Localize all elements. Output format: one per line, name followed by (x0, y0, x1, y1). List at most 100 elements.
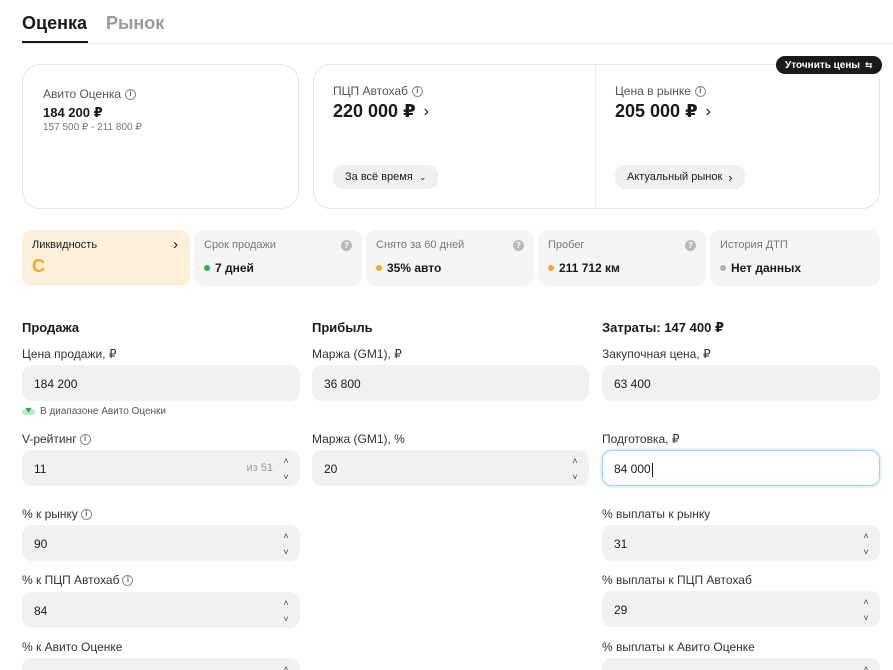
chevron-up-icon[interactable]: ˄ (863, 597, 868, 607)
avito-valuation-label: Авито Оценка (43, 87, 122, 101)
market-price-value-link[interactable]: 205 000 ₽ › (615, 101, 711, 122)
help-icon[interactable]: ? (685, 240, 696, 251)
chevron-down-icon[interactable]: ˅ (283, 614, 288, 624)
help-icon[interactable]: ? (341, 240, 352, 251)
metric-label: Срок продажи (204, 239, 277, 251)
margin-rub-label-text: Маржа (GM1), ₽ (312, 347, 402, 361)
chevron-up-icon[interactable]: ˄ (863, 664, 868, 670)
help-icon[interactable]: ? (513, 240, 524, 251)
vrating-suffix: из 51 (246, 462, 273, 474)
pcp-value-link[interactable]: 220 000 ₽ › (333, 101, 429, 122)
info-icon[interactable]: i (694, 85, 706, 97)
payout-market-label: % выплаты к рынку (602, 507, 710, 521)
chevron-up-icon[interactable]: ˄ (283, 598, 288, 608)
vrating-stepper[interactable]: 11 из 51 ˄ ˅ (22, 450, 300, 486)
status-dot-icon (376, 265, 382, 271)
info-icon[interactable]: i (411, 85, 423, 97)
info-icon[interactable]: i (79, 433, 91, 445)
market-pct-value: 90 (34, 537, 48, 551)
metric-label: История ДТП (720, 239, 788, 251)
info-icon[interactable]: i (80, 508, 92, 520)
avito-pct-stepper[interactable]: ˄ (22, 658, 300, 670)
metric-value: 7 дней (215, 261, 254, 275)
chevron-down-icon[interactable]: ˅ (283, 472, 288, 482)
vrating-label: V-рейтинг i (22, 432, 91, 446)
margin-pct-value: 20 (324, 462, 338, 476)
chevron-right-icon: › (173, 236, 178, 253)
prep-cost-label-text: Подготовка, ₽ (602, 432, 680, 446)
tab-market[interactable]: Рынок (106, 13, 164, 34)
payout-market-stepper[interactable]: 31 ˄ ˅ (602, 525, 880, 561)
info-icon[interactable]: i (122, 574, 134, 586)
metric-mileage: Пробег ? 211 712 км (538, 230, 706, 286)
stepper: ˄ ˅ (860, 597, 872, 623)
range-hint-text: В диапазоне Авито Оценки (40, 406, 167, 417)
chevron-up-icon[interactable]: ˄ (863, 531, 868, 541)
pcp-pct-label: % к ПЦП Автохаб i (22, 573, 134, 587)
stepper: ˄ ˅ (280, 456, 292, 482)
costs-section-title: Затраты: 147 400 ₽ (602, 320, 724, 335)
chevron-up-icon[interactable]: ˄ (283, 456, 288, 466)
market-price-label-row: Цена в рынке i (615, 84, 706, 98)
avito-valuation-label-row: Авито Оценка i (43, 87, 137, 101)
purchase-price-label: Закупочная цена, ₽ (602, 347, 711, 361)
margin-rub-value: 36 800 (324, 377, 361, 391)
sale-price-input[interactable]: 184 200 (22, 365, 300, 401)
margin-pct-label: Маржа (GM1), % (312, 432, 405, 446)
chevron-up-icon[interactable]: ˄ (283, 531, 288, 541)
margin-pct-stepper[interactable]: 20 ˄ ˅ (312, 450, 589, 486)
current-market-label: Актуальный рынок (627, 171, 723, 183)
market-pct-stepper[interactable]: 90 ˄ ˅ (22, 525, 300, 561)
payout-pcp-label-text: % выплаты к ПЦП Автохаб (602, 573, 752, 587)
chevron-down-icon[interactable]: ˅ (863, 547, 868, 557)
metric-liquidity[interactable]: Ликвидность C › (22, 230, 190, 286)
info-icon[interactable]: i (125, 88, 137, 100)
purchase-price-label-text: Закупочная цена, ₽ (602, 347, 711, 361)
chevron-right-icon: › (423, 102, 429, 120)
pcp-pct-value: 84 (34, 604, 48, 618)
text-caret (651, 462, 653, 477)
stepper: ˄ ˅ (280, 531, 292, 557)
metric-value-row: 7 дней (204, 261, 254, 275)
metric-label: Ликвидность (32, 239, 98, 251)
payout-avito-stepper[interactable]: ˄ (602, 658, 880, 670)
purchase-price-value: 63 400 (614, 377, 651, 391)
chevron-down-icon[interactable]: ˅ (863, 613, 868, 623)
margin-rub-input[interactable]: 36 800 (312, 365, 589, 401)
refine-prices-button[interactable]: Уточнить цены ⇆ (776, 56, 882, 74)
active-tab-indicator (22, 41, 88, 43)
vrating-value: 11 (34, 462, 47, 476)
pcp-pct-label-text: % к ПЦП Автохаб (22, 573, 120, 587)
range-check-icon (22, 407, 35, 415)
pcp-period-dropdown[interactable]: За всё время ⌄ (333, 165, 439, 189)
metric-sale-period: Срок продажи ? 7 дней (194, 230, 362, 286)
margin-pct-label-text: Маржа (GM1), % (312, 432, 405, 446)
chevron-up-icon[interactable]: ˄ (572, 456, 577, 466)
sale-price-label: Цена продажи, ₽ (22, 347, 116, 361)
chevron-right-icon: › (728, 169, 733, 185)
avito-pct-label: % к Авито Оценке (22, 640, 122, 654)
avito-pct-label-text: % к Авито Оценке (22, 640, 123, 654)
payout-pcp-value: 29 (614, 603, 628, 617)
prep-cost-input[interactable]: 84 000 (602, 450, 880, 486)
current-market-button[interactable]: Актуальный рынок › (615, 165, 745, 189)
sale-price-label-text: Цена продажи, ₽ (22, 347, 117, 361)
pcp-pct-stepper[interactable]: 84 ˄ ˅ (22, 592, 300, 628)
metric-removed-60-days: Снято за 60 дней ? 35% авто (366, 230, 534, 286)
chevron-down-icon[interactable]: ˅ (283, 547, 288, 557)
tab-bar: Оценка Рынок (22, 0, 893, 44)
liquidity-grade: C (32, 256, 45, 276)
purchase-price-input[interactable]: 63 400 (602, 365, 880, 401)
tab-valuation[interactable]: Оценка (22, 13, 87, 34)
status-dot-icon (548, 265, 554, 271)
stepper: ˄ ˅ (569, 456, 581, 482)
status-dot-icon (204, 265, 210, 271)
payout-pcp-stepper[interactable]: 29 ˄ ˅ (602, 591, 880, 627)
chevron-up-icon[interactable]: ˄ (283, 664, 288, 670)
metric-value: 35% авто (387, 261, 442, 275)
payout-pcp-label: % выплаты к ПЦП Автохаб (602, 573, 752, 587)
refine-prices-label: Уточнить цены (785, 59, 860, 71)
market-pct-label: % к рынку i (22, 507, 92, 521)
margin-rub-label: Маржа (GM1), ₽ (312, 347, 402, 361)
chevron-down-icon[interactable]: ˅ (572, 472, 577, 482)
